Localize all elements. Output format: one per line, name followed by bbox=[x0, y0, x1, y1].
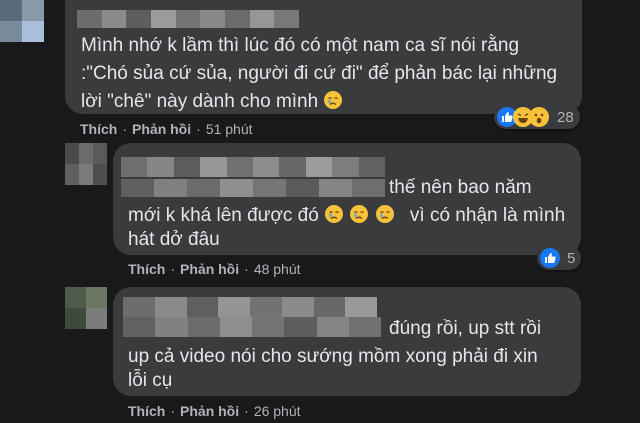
separator: · bbox=[122, 121, 128, 137]
reaction-summary[interactable]: 28 bbox=[494, 105, 580, 129]
blurred-text-fragment bbox=[121, 179, 385, 197]
avatar-pixel bbox=[0, 0, 22, 21]
comment-actions: Thích · Phản hồi · 51 phút bbox=[80, 121, 253, 137]
avatar[interactable] bbox=[65, 143, 107, 185]
timestamp[interactable]: 26 phút bbox=[254, 403, 301, 419]
comment-text-line-wrap: lời "chê" này dành cho mình bbox=[81, 88, 343, 116]
comment-actions: Thích · Phản hồi · 26 phút bbox=[128, 403, 301, 419]
reply-link[interactable]: Phản hồi bbox=[180, 403, 239, 419]
comment-text-line: up cả video nói cho sướng mồm xong phải … bbox=[128, 346, 538, 367]
blurred-author-name[interactable] bbox=[77, 10, 300, 28]
wow-reaction-icon bbox=[529, 107, 549, 127]
separator: · bbox=[170, 261, 176, 277]
reaction-count: 5 bbox=[567, 249, 576, 267]
avatar-pixel bbox=[22, 0, 44, 21]
comment-actions: Thích · Phản hồi · 48 phút bbox=[128, 261, 301, 277]
crying-face-icon bbox=[350, 205, 369, 223]
reply-link[interactable]: Phản hồi bbox=[180, 261, 239, 277]
comment-text-line: mới k khá lên được đó bbox=[128, 205, 319, 226]
separator: · bbox=[244, 261, 249, 277]
avatar[interactable] bbox=[0, 0, 44, 42]
comment-bubble: thế nên bao năm mới k khá lên được đó vì… bbox=[113, 143, 581, 255]
comment-text-line: thế nên bao năm bbox=[389, 177, 532, 198]
like-link[interactable]: Thích bbox=[80, 121, 117, 137]
avatar[interactable] bbox=[65, 287, 107, 329]
avatar-pixel bbox=[93, 164, 107, 185]
avatar-pixel bbox=[22, 21, 44, 42]
separator: · bbox=[170, 403, 176, 419]
avatar-pixel bbox=[86, 287, 107, 308]
avatar-pixel bbox=[0, 21, 22, 42]
like-link[interactable]: Thích bbox=[128, 403, 165, 419]
avatar-pixel bbox=[65, 164, 79, 185]
blurred-author-name[interactable] bbox=[121, 157, 386, 177]
crying-face-icon bbox=[324, 91, 343, 109]
crying-face-icon bbox=[325, 205, 344, 223]
blurred-author-name[interactable] bbox=[123, 297, 377, 317]
timestamp[interactable]: 48 phút bbox=[254, 261, 301, 277]
avatar-pixel bbox=[93, 143, 107, 164]
avatar-pixel bbox=[79, 164, 93, 185]
reaction-summary[interactable]: 5 bbox=[537, 246, 582, 270]
separator: · bbox=[244, 403, 249, 419]
comment-text-line: lỗi cụ bbox=[128, 370, 173, 391]
reaction-count: 28 bbox=[557, 108, 574, 126]
like-link[interactable]: Thích bbox=[128, 261, 165, 277]
like-reaction-icon bbox=[540, 248, 560, 268]
crying-face-icon bbox=[375, 205, 394, 223]
comment-text-line: đúng rồi, up stt rồi bbox=[389, 318, 542, 339]
comment-text-line: vì có nhận là mình bbox=[409, 205, 566, 226]
comment-bubble: đúng rồi, up stt rồi up cả video nói cho… bbox=[113, 287, 581, 396]
comment-text-line: :"Chó sủa cứ sủa, người đi cứ đi" để phả… bbox=[81, 63, 558, 84]
comment-text-line: lời "chê" này dành cho mình bbox=[81, 91, 319, 112]
blurred-text-fragment bbox=[123, 317, 381, 337]
comment-text-line: Mình nhớ k lầm thì lúc đó có một nam ca … bbox=[81, 35, 520, 56]
comment-bubble: Mình nhớ k lầm thì lúc đó có một nam ca … bbox=[65, 0, 582, 114]
avatar-pixel bbox=[65, 143, 79, 164]
avatar-pixel bbox=[86, 308, 107, 329]
avatar-pixel bbox=[65, 287, 86, 308]
reply-link[interactable]: Phản hồi bbox=[132, 121, 191, 137]
separator: · bbox=[196, 121, 201, 137]
comment-text-line: hát dở đâu bbox=[128, 229, 220, 250]
avatar-pixel bbox=[65, 308, 86, 329]
timestamp[interactable]: 51 phút bbox=[206, 121, 253, 137]
avatar-pixel bbox=[79, 143, 93, 164]
